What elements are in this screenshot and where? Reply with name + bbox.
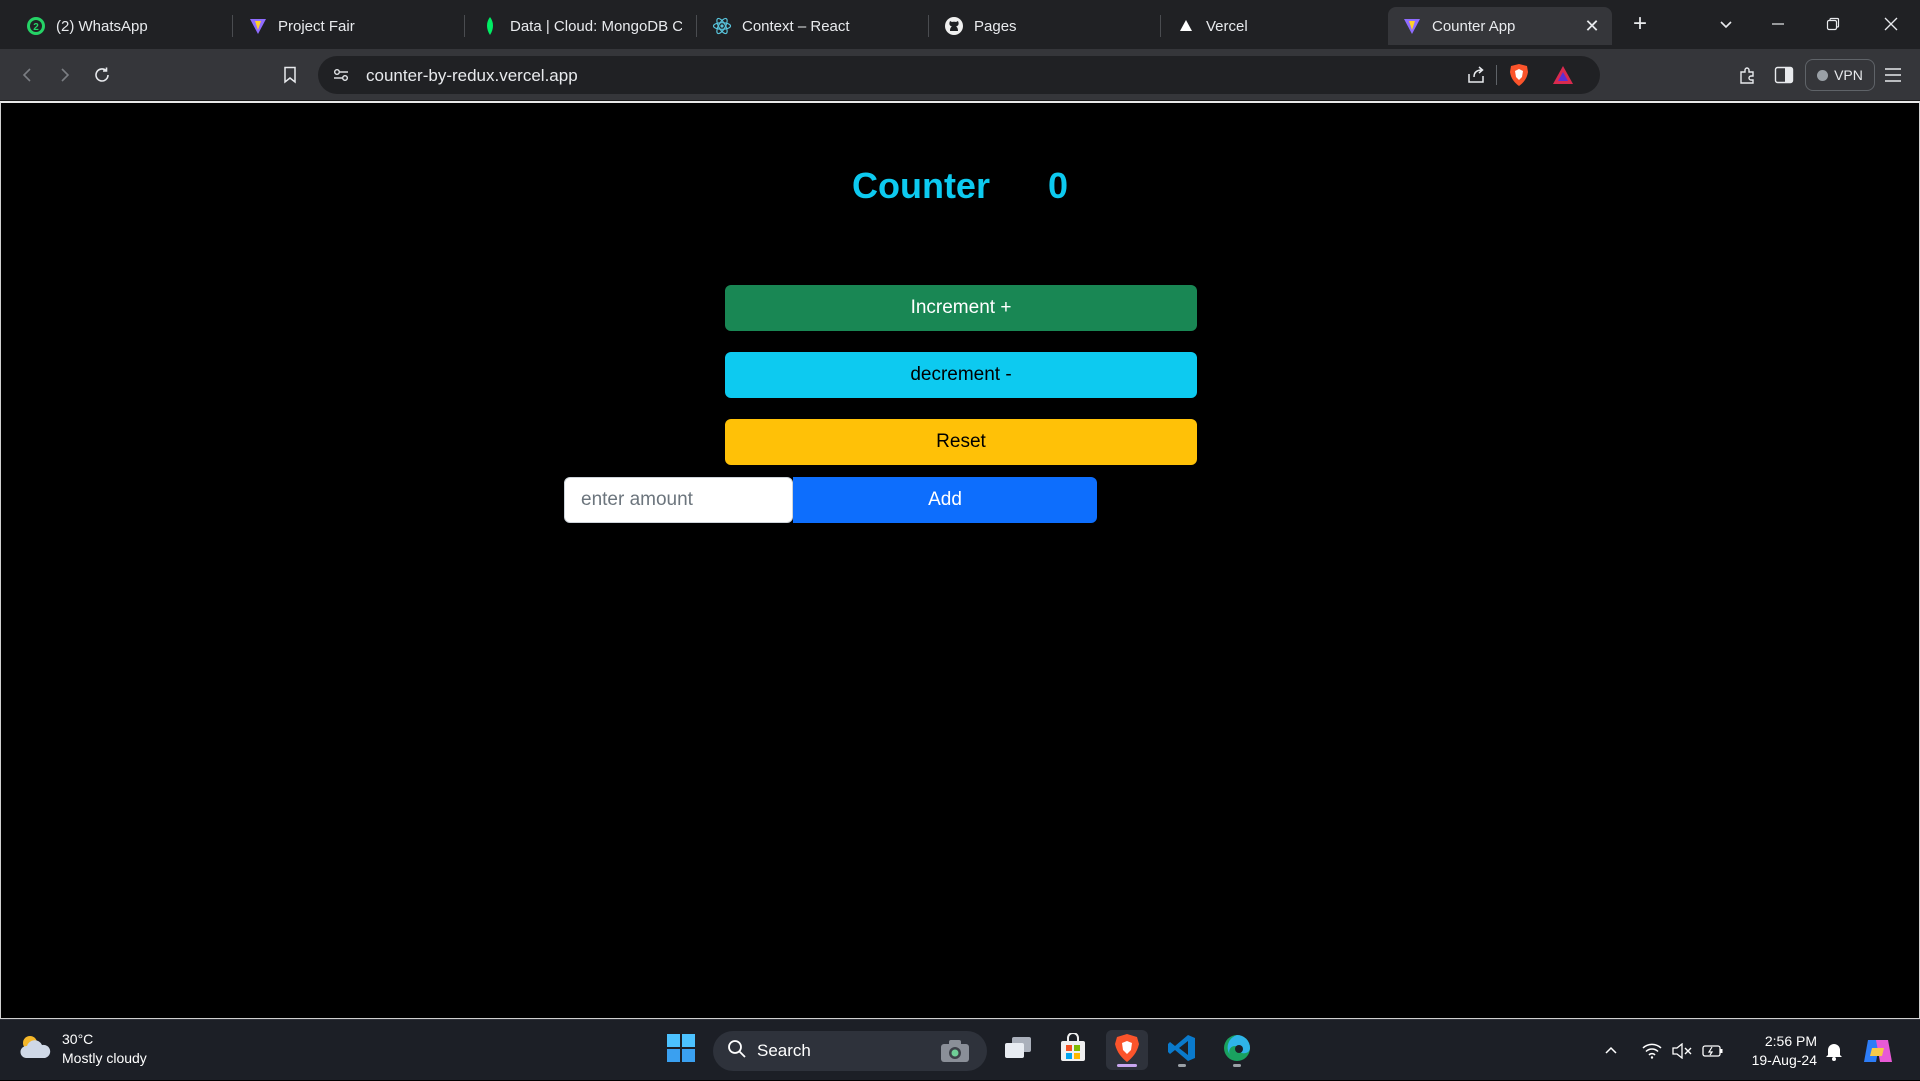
back-button[interactable] — [14, 61, 42, 89]
weather-description: Mostly cloudy — [62, 1050, 147, 1066]
reset-button[interactable]: Reset — [725, 419, 1197, 465]
tab-label: Context – React — [742, 17, 850, 35]
bookmark-icon[interactable] — [276, 61, 304, 89]
vpn-label: VPN — [1834, 67, 1863, 83]
brave-browser-icon — [1113, 1033, 1141, 1068]
url-text: counter-by-redux.vercel.app — [366, 66, 578, 85]
forward-button[interactable] — [50, 61, 78, 89]
react-icon — [712, 16, 732, 36]
brave-browser-button[interactable] — [1106, 1030, 1148, 1070]
tab-divider — [1160, 15, 1161, 37]
tab-pages[interactable]: Pages — [930, 7, 1160, 45]
brave-rewards-icon[interactable] — [1552, 64, 1574, 91]
tab-label: Pages — [974, 17, 1017, 35]
vite-icon — [1402, 16, 1422, 36]
menu-icon[interactable] — [1879, 61, 1907, 89]
windows-taskbar: 30°C Mostly cloudy Search 2:56 PM 19-Aug… — [0, 1019, 1920, 1080]
tab-counter-app[interactable]: Counter App ✕ — [1388, 7, 1612, 45]
clock-date: 19-Aug-24 — [1751, 1052, 1817, 1068]
close-tab-icon[interactable]: ✕ — [1582, 16, 1602, 36]
show-hidden-icons-button[interactable] — [1603, 1020, 1619, 1081]
active-app-indicator — [1117, 1064, 1137, 1067]
svg-text:2: 2 — [33, 22, 39, 33]
taskbar-search[interactable]: Search — [713, 1031, 987, 1071]
tab-search-chevron-down-icon[interactable] — [1704, 6, 1748, 42]
brave-shields-icon[interactable] — [1508, 63, 1530, 92]
tab-label: Counter App — [1432, 17, 1516, 35]
tab-context-react[interactable]: Context – React — [698, 7, 928, 45]
speaker-muted-icon[interactable] — [1672, 1020, 1692, 1081]
amount-input[interactable] — [564, 477, 793, 523]
counter-heading: Counter 0 — [1, 165, 1919, 207]
weather-temperature: 30°C — [62, 1031, 94, 1047]
vite-icon — [248, 16, 268, 36]
tab-label: Vercel — [1206, 17, 1248, 35]
microsoft-store-button[interactable] — [1052, 1030, 1094, 1070]
extensions-icon[interactable] — [1733, 61, 1761, 89]
running-app-indicator — [1178, 1064, 1186, 1067]
counter-title: Counter — [851, 165, 990, 206]
counter-value: 0 — [1047, 165, 1069, 206]
vpn-button[interactable]: VPN — [1805, 59, 1875, 91]
address-bar[interactable]: counter-by-redux.vercel.app — [318, 56, 1600, 94]
weather-widget[interactable]: 30°C Mostly cloudy — [18, 1030, 147, 1068]
tab-divider — [232, 15, 233, 37]
tab-mongodb[interactable]: Data | Cloud: MongoDB C — [466, 7, 696, 45]
start-button[interactable] — [660, 1030, 702, 1070]
search-label: Search — [757, 1041, 811, 1060]
tab-whatsapp[interactable]: 2 (2) WhatsApp — [12, 7, 232, 45]
tab-divider — [696, 15, 697, 37]
close-window-button[interactable] — [1869, 6, 1913, 42]
new-tab-button[interactable]: + — [1626, 10, 1654, 38]
omnibox-divider — [1496, 65, 1497, 85]
mongodb-leaf-icon — [480, 16, 500, 36]
running-app-indicator — [1233, 1064, 1241, 1067]
tab-vercel[interactable]: Vercel — [1162, 7, 1382, 45]
restore-button[interactable] — [1811, 6, 1855, 42]
clock-time: 2:56 PM — [1764, 1033, 1817, 1049]
whatsapp-icon: 2 — [26, 16, 46, 36]
page-viewport: Counter 0 Increment + decrement - Reset … — [0, 101, 1920, 1019]
reload-button[interactable] — [88, 61, 116, 89]
edge-icon — [1222, 1033, 1252, 1068]
browser-tab-bar: 2 (2) WhatsApp Project Fair Data | Cloud… — [0, 0, 1920, 49]
vpn-status-icon — [1817, 69, 1829, 81]
tab-divider — [464, 15, 465, 37]
task-view-icon — [1003, 1035, 1033, 1066]
add-button[interactable]: Add — [793, 477, 1097, 523]
sidebar-toggle-icon[interactable] — [1770, 61, 1798, 89]
cloudy-weather-icon — [18, 1032, 52, 1067]
windows-logo-icon — [666, 1033, 696, 1068]
task-view-button[interactable] — [997, 1030, 1039, 1070]
search-icon — [727, 1039, 747, 1064]
taskbar-clock[interactable]: 2:56 PM 19-Aug-24 — [1735, 1032, 1817, 1070]
copilot-icon[interactable] — [1862, 1020, 1894, 1081]
increment-button[interactable]: Increment + — [725, 285, 1197, 331]
site-settings-icon[interactable] — [332, 66, 350, 89]
tab-project-fair[interactable]: Project Fair — [234, 7, 464, 45]
minimize-button[interactable] — [1756, 6, 1800, 42]
github-icon — [944, 16, 964, 36]
tab-label: Data | Cloud: MongoDB C — [510, 17, 682, 35]
notification-bell-icon[interactable] — [1825, 1020, 1843, 1081]
decrement-button[interactable]: decrement - — [725, 352, 1197, 398]
tab-label: Project Fair — [278, 17, 355, 35]
tab-label: (2) WhatsApp — [56, 17, 148, 35]
camera-icon — [939, 1038, 971, 1069]
browser-toolbar: counter-by-redux.vercel.app VPN — [0, 49, 1920, 101]
edge-button[interactable] — [1216, 1030, 1258, 1070]
tab-divider — [928, 15, 929, 37]
microsoft-store-icon — [1058, 1031, 1088, 1068]
vscode-icon — [1167, 1033, 1197, 1068]
share-icon[interactable] — [1466, 65, 1486, 90]
chevron-up-icon — [1605, 1046, 1617, 1054]
battery-charging-icon[interactable] — [1702, 1020, 1724, 1081]
vercel-icon — [1176, 16, 1196, 36]
wifi-icon[interactable] — [1642, 1020, 1662, 1081]
vscode-button[interactable] — [1161, 1030, 1203, 1070]
